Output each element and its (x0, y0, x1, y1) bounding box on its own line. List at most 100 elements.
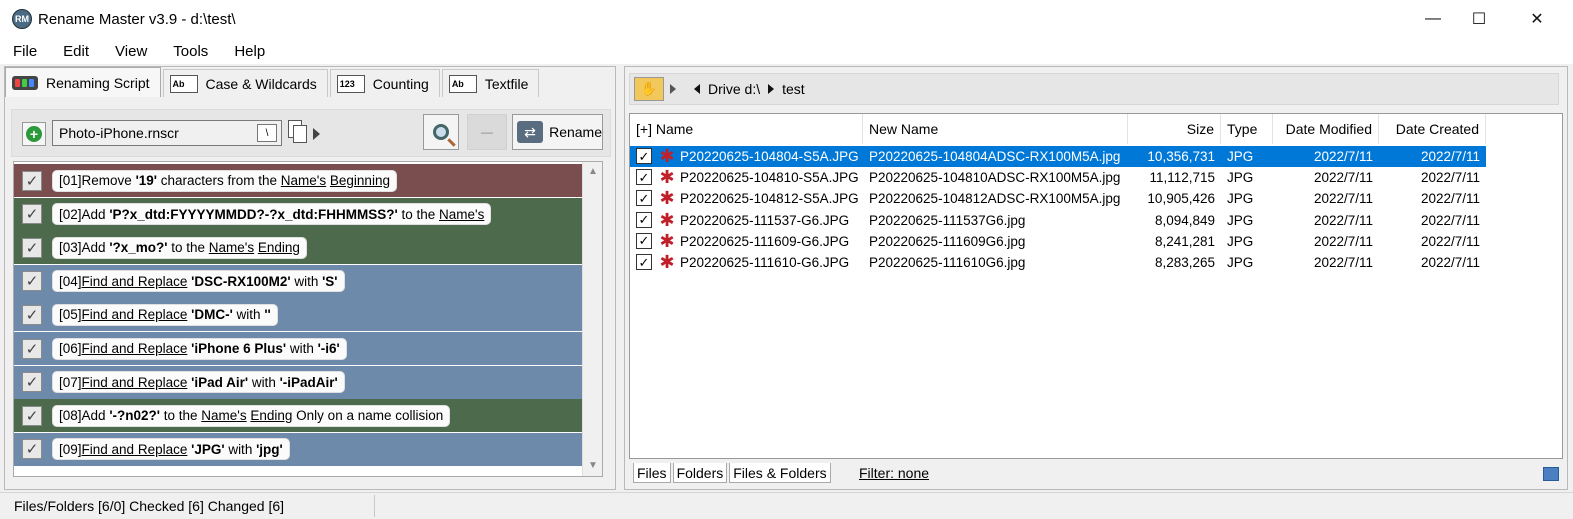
file-size: 8,283,265 (1154, 255, 1215, 270)
file-checkbox[interactable]: ✓ (636, 211, 652, 228)
column-date-created[interactable]: Date Created (1379, 114, 1486, 144)
file-row[interactable]: ✓ ✱ P20220625-111609-G6.JPG P20220625-11160… (630, 231, 1486, 252)
maximize-button[interactable]: ☐ (1456, 0, 1502, 38)
menu-help[interactable]: Help (221, 43, 278, 60)
rule-description[interactable]: [04] Find and Replace 'DSC-RX100M2' with… (52, 270, 345, 293)
preview-button[interactable] (423, 114, 459, 150)
rule-description[interactable]: [06] Find and Replace 'iPhone 6 Plus' wi… (52, 337, 347, 360)
rules-scrollbar[interactable]: ▲ ▼ (582, 162, 602, 476)
rule-link[interactable]: Find and Replace (82, 274, 188, 289)
file-row[interactable]: ✓ ✱ P20220625-111537-G6.JPG P20220625-11153… (630, 210, 1486, 231)
rule-link[interactable]: Find and Replace (82, 442, 188, 457)
file-checkbox[interactable]: ✓ (636, 254, 652, 270)
nav-arrow-icon[interactable] (670, 84, 676, 94)
tab-case-wildcards[interactable]: Ab Case & Wildcards (162, 69, 328, 97)
add-rule-button[interactable]: + (22, 122, 46, 146)
rule-checkbox[interactable]: ✓ (22, 204, 42, 225)
rule-link[interactable]: Find and Replace (82, 341, 188, 356)
rule-description[interactable]: [03] Add '?x_mo?' to the Name's Ending (52, 236, 307, 259)
column-name[interactable]: [+] Name (630, 114, 863, 144)
rule-id: [09] (59, 441, 82, 457)
copy-menu-arrow-icon[interactable] (313, 128, 320, 140)
column-new-name[interactable]: New Name (863, 114, 1128, 144)
tab-folders[interactable]: Folders (672, 463, 728, 483)
file-new-name: P20220625-111537G6.jpg (869, 212, 1026, 228)
rule-checkbox[interactable]: ✓ (22, 271, 42, 292)
rename-button[interactable]: ⇄ Rename (512, 114, 603, 150)
file-checkbox[interactable]: ✓ (636, 148, 652, 164)
rule-link[interactable]: Find and Replace (82, 307, 188, 322)
rule-checkbox[interactable]: ✓ (22, 304, 42, 325)
rule-checkbox[interactable]: ✓ (22, 405, 42, 426)
file-row[interactable]: ✓ ✱ P20220625-104804-S5A.JPG P20220625-1048… (630, 146, 1486, 167)
file-name: P20220625-111537-G6.JPG (680, 212, 850, 228)
rule-checkbox[interactable]: ✓ (22, 439, 42, 460)
menu-view[interactable]: View (102, 43, 160, 60)
file-row[interactable]: ✓ ✱ P20220625-104810-S5A.JPG P20220625-1048… (630, 167, 1486, 188)
rule-row[interactable]: ✓ [01] Remove '19' characters from the Na… (14, 164, 582, 197)
rule-link[interactable]: Name's (281, 173, 326, 188)
rule-row[interactable]: ✓ [07] Find and Replace 'iPad Air' with '… (14, 365, 582, 399)
rule-description[interactable]: [01] Remove '19' characters from the Nam… (52, 169, 397, 192)
rule-link[interactable]: Name's (439, 207, 484, 222)
breadcrumb-folder[interactable]: test (782, 81, 805, 97)
file-date-modified: 2022/7/11 (1313, 191, 1373, 207)
rule-link[interactable]: Name's (201, 408, 246, 423)
file-date-modified: 2022/7/11 (1313, 233, 1373, 249)
column-size[interactable]: Size (1128, 114, 1221, 144)
rule-link[interactable]: Ending (250, 408, 292, 423)
rule-description[interactable]: [07] Find and Replace 'iPad Air' with '-… (52, 371, 345, 394)
rule-row[interactable]: ✓ [05] Find and Replace 'DMC-' with '' (14, 298, 582, 332)
column-date-modified[interactable]: Date Modified (1273, 114, 1379, 144)
rule-text: 'JPG' (191, 441, 225, 457)
menu-file[interactable]: File (0, 43, 50, 60)
dropdown-icon[interactable]: \ (257, 124, 277, 142)
column-type[interactable]: Type (1221, 114, 1273, 144)
rule-description[interactable]: [08] Add '-?n02?' to the Name's Ending O… (52, 404, 451, 427)
script-file-select[interactable]: Photo-iPhone.rnscr \ (52, 120, 282, 146)
tab-textfile[interactable]: Ab Textfile (441, 69, 540, 97)
filter-link[interactable]: Filter: none (859, 465, 929, 481)
rule-description[interactable]: [02] Add 'P?x_dtd:FYYYYMMDD?-?x_dtd:FHHM… (52, 203, 492, 226)
back-arrow-icon[interactable] (694, 84, 700, 94)
rule-description[interactable]: [09] Find and Replace 'JPG' with 'jpg' (52, 438, 290, 461)
rule-row[interactable]: ✓ [06] Find and Replace 'iPhone 6 Plus' w… (14, 332, 582, 365)
scroll-down-icon[interactable]: ▼ (587, 460, 599, 474)
copy-script-icon[interactable] (288, 120, 310, 146)
undo-button: — (467, 114, 507, 150)
rule-link[interactable]: Find and Replace (82, 375, 188, 390)
rule-row[interactable]: ✓ [09] Find and Replace 'JPG' with 'jpg' (14, 432, 582, 466)
scroll-up-icon[interactable]: ▲ (587, 166, 599, 180)
tab-files-folders[interactable]: Files & Folders (729, 463, 831, 483)
file-checkbox[interactable]: ✓ (636, 232, 652, 249)
rule-row[interactable]: ✓ [08] Add '-?n02?' to the Name's Ending … (14, 399, 582, 433)
file-row[interactable]: ✓ ✱ P20220625-104812-S5A.JPG P20220625-1048… (630, 188, 1486, 209)
rename-icon: ⇄ (517, 121, 544, 143)
rule-checkbox[interactable]: ✓ (22, 372, 42, 393)
rule-link[interactable]: Ending (258, 240, 300, 255)
close-button[interactable]: ✕ (1514, 0, 1560, 38)
menu-edit[interactable]: Edit (50, 43, 102, 60)
tab-counting[interactable]: 123 Counting (329, 69, 440, 97)
minimize-button[interactable]: — (1410, 0, 1456, 38)
file-row[interactable]: ✓ ✱ P20220625-111610-G6.JPG P20220625-11161… (630, 252, 1486, 273)
options-icon[interactable] (1543, 467, 1559, 481)
rule-description[interactable]: [05] Find and Replace 'DMC-' with '' (52, 303, 278, 326)
rule-link[interactable]: Name's (209, 240, 254, 255)
rule-checkbox[interactable]: ✓ (22, 237, 42, 258)
rule-link[interactable]: Beginning (330, 173, 390, 188)
folder-browse-icon[interactable]: ✋ (634, 77, 664, 101)
breadcrumb-separator-icon[interactable] (768, 84, 775, 94)
rule-row[interactable]: ✓ [02] Add 'P?x_dtd:FYYYYMMDD?-?x_dtd:FHH… (14, 197, 582, 231)
menu-tools[interactable]: Tools (160, 43, 221, 60)
rule-row[interactable]: ✓ [03] Add '?x_mo?' to the Name's Ending (14, 231, 582, 265)
rule-checkbox[interactable]: ✓ (22, 170, 42, 191)
tab-renaming-script[interactable]: Renaming Script (5, 67, 161, 97)
breadcrumb-drive[interactable]: Drive d:\ (708, 81, 760, 97)
rule-checkbox[interactable]: ✓ (22, 338, 42, 359)
tab-files[interactable]: Files (633, 463, 671, 483)
rule-row[interactable]: ✓ [04] Find and Replace 'DSC-RX100M2' wit… (14, 264, 582, 298)
file-size: 10,905,426 (1147, 191, 1215, 207)
file-checkbox[interactable]: ✓ (636, 169, 652, 186)
file-checkbox[interactable]: ✓ (636, 190, 652, 207)
